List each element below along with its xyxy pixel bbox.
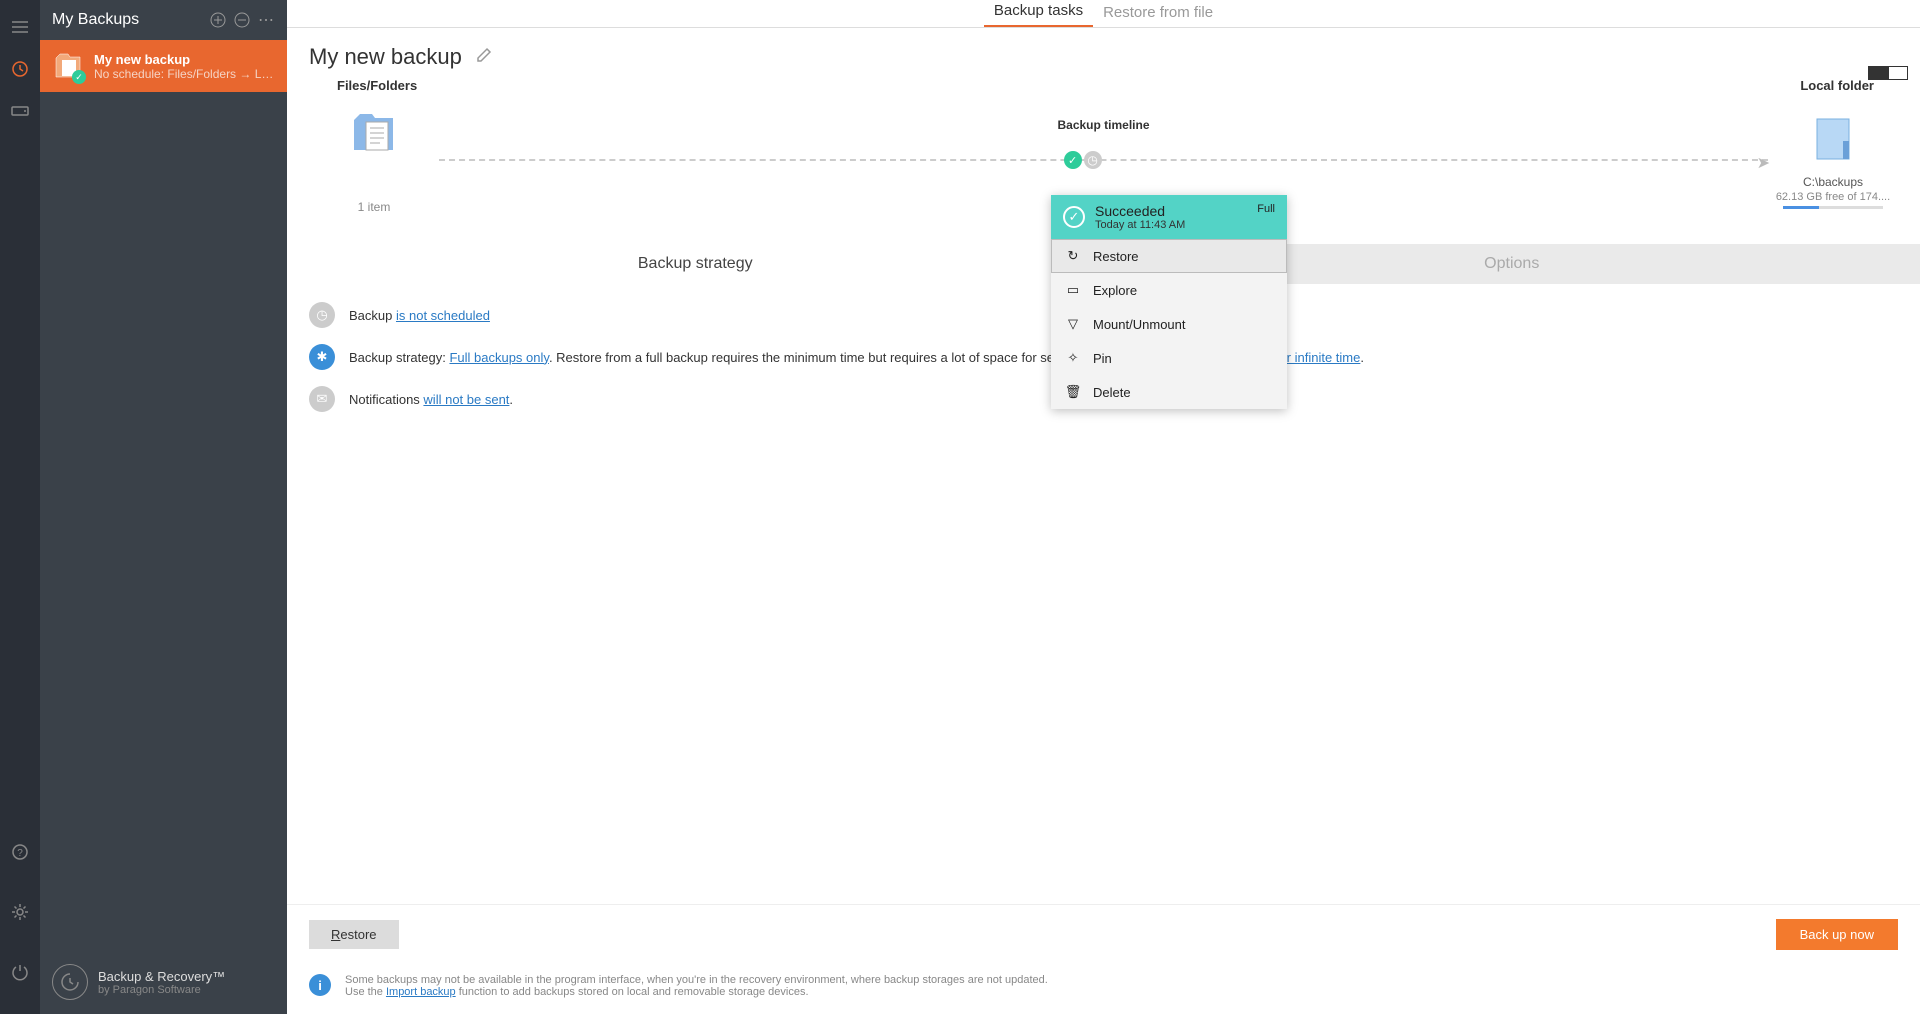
- popup-time: Today at 11:43 AM: [1095, 219, 1257, 231]
- dest-label: Local folder: [1800, 78, 1874, 93]
- popup-restore[interactable]: ↻Restore: [1051, 239, 1287, 273]
- edit-title-icon[interactable]: [476, 47, 492, 68]
- disk-icon[interactable]: [8, 99, 32, 123]
- backup-item-title: My new backup: [94, 52, 275, 67]
- tab-restore-from-file[interactable]: Restore from file: [1093, 0, 1223, 27]
- node-clock-icon: [1084, 151, 1102, 169]
- svg-text:?: ?: [17, 848, 23, 859]
- restore-button[interactable]: Restore: [309, 920, 399, 949]
- popup-mount[interactable]: ▽Mount/Unmount: [1051, 307, 1287, 341]
- left-panel: My Backups ⋯ My new backup No schedule: …: [40, 0, 287, 1014]
- power-icon[interactable]: [8, 960, 32, 984]
- mount-icon: ▽: [1065, 316, 1081, 332]
- notification-icon: ✉: [309, 386, 335, 412]
- source-block[interactable]: 1 item: [309, 106, 439, 214]
- page-title: My new backup: [309, 44, 462, 70]
- context-popup: Succeeded Today at 11:43 AM Full ↻Restor…: [1051, 195, 1287, 409]
- panel-title: My Backups: [52, 11, 203, 29]
- backup-item-subtitle: No schedule: Files/Folders → Loca...: [94, 67, 275, 81]
- dest-free-space: 62.13 GB free of 174....: [1776, 191, 1890, 203]
- company-name: by Paragon Software: [98, 984, 225, 996]
- dest-block[interactable]: C:\backups 62.13 GB free of 174....: [1768, 111, 1898, 209]
- restore-label: estore: [340, 927, 376, 942]
- backup-item-icon: [52, 50, 84, 82]
- menu-icon[interactable]: [8, 15, 32, 39]
- node-success-icon: [1064, 151, 1082, 169]
- folder-files-icon: [348, 106, 400, 158]
- product-name: Backup & Recovery™: [98, 969, 225, 984]
- clock-icon: ◷: [309, 302, 335, 328]
- source-label: Files/Folders: [337, 78, 417, 93]
- schedule-link[interactable]: is not scheduled: [396, 308, 490, 323]
- backup-now-button[interactable]: Back up now: [1776, 919, 1898, 950]
- tab-backup-tasks[interactable]: Backup tasks: [984, 0, 1093, 27]
- add-backup-icon[interactable]: [209, 11, 227, 29]
- restore-icon: ↻: [1065, 248, 1081, 264]
- dest-path: C:\backups: [1803, 175, 1863, 189]
- folder-dest-icon: [1807, 111, 1859, 163]
- main-content: Backup tasks Restore from file My new ba…: [287, 0, 1920, 1014]
- timeline-label: Backup timeline: [1057, 118, 1149, 132]
- delete-icon: 🗑: [1065, 384, 1081, 400]
- settings-icon[interactable]: [8, 900, 32, 924]
- strategy-link[interactable]: Full backups only: [449, 350, 548, 365]
- tab-backup-strategy[interactable]: Backup strategy: [287, 244, 1104, 284]
- notification-link[interactable]: will not be sent: [423, 392, 509, 407]
- popup-tag: Full: [1257, 203, 1275, 215]
- timeline-node[interactable]: [1064, 151, 1102, 169]
- help-icon[interactable]: ?: [8, 840, 32, 864]
- success-badge-icon: [72, 70, 86, 84]
- strategy-icon: ✱: [309, 344, 335, 370]
- popup-delete[interactable]: 🗑Delete: [1051, 375, 1287, 409]
- info-icon: i: [309, 974, 331, 996]
- source-item-count: 1 item: [358, 200, 391, 214]
- popup-status: Succeeded: [1095, 203, 1257, 219]
- import-backup-link[interactable]: Import backup: [386, 986, 456, 998]
- product-logo-icon: [52, 964, 88, 1000]
- schedule-text: Backup: [349, 308, 396, 323]
- popup-success-icon: [1063, 206, 1085, 228]
- arrow-right-icon: ➤: [1757, 153, 1770, 173]
- pin-icon: ✧: [1065, 350, 1081, 366]
- remove-backup-icon[interactable]: [233, 11, 251, 29]
- popup-explore[interactable]: ▭Explore: [1051, 273, 1287, 307]
- popup-pin[interactable]: ✧Pin: [1051, 341, 1287, 375]
- history-icon[interactable]: [8, 57, 32, 81]
- backup-list-item[interactable]: My new backup No schedule: Files/Folders…: [40, 40, 287, 92]
- footer-line1: Some backups may not be available in the…: [345, 974, 1048, 986]
- narrow-sidebar: ?: [0, 0, 40, 1014]
- more-icon[interactable]: ⋯: [257, 11, 275, 29]
- explore-icon: ▭: [1065, 282, 1081, 298]
- dest-usage-bar: [1783, 206, 1883, 209]
